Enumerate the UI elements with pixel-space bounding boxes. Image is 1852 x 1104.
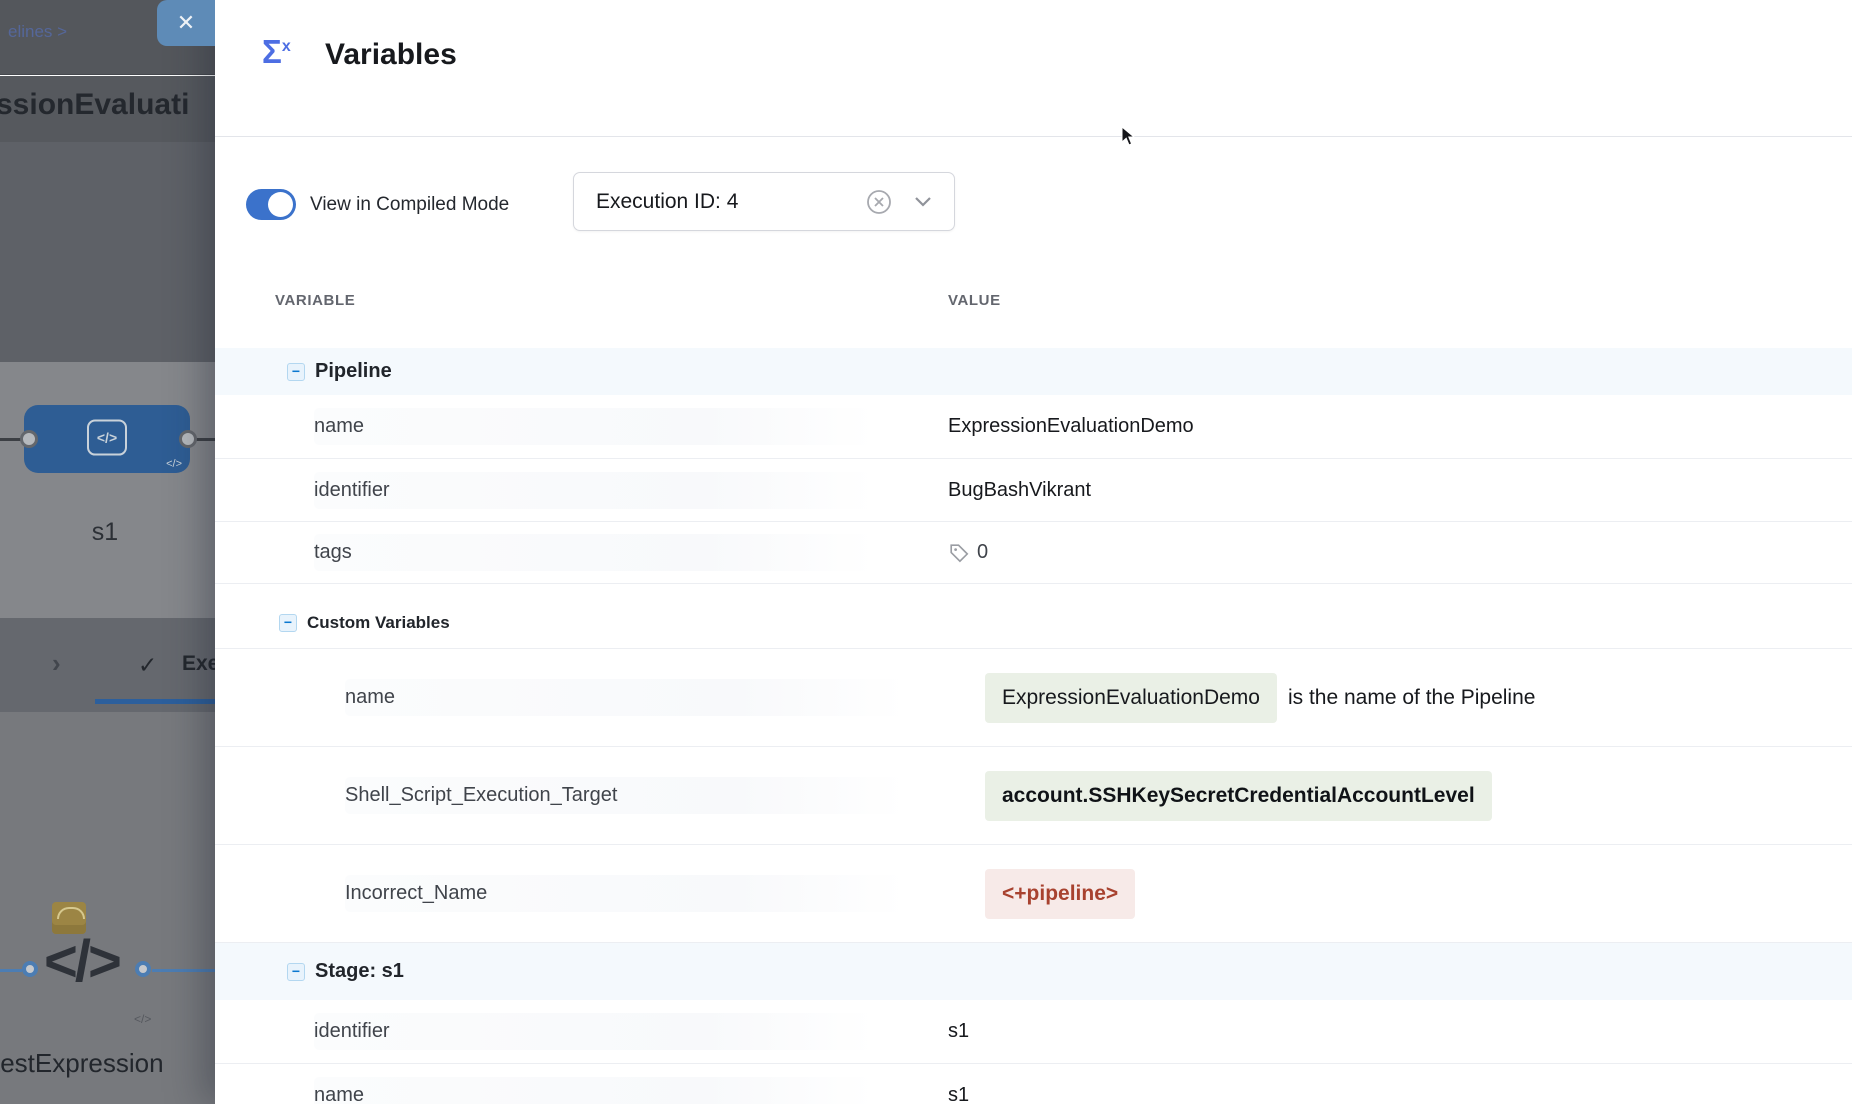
dimmed-pipeline-background: elines > ssionEvaluati </> </> s1 › ✓ Ex…: [0, 0, 215, 1104]
collapse-icon[interactable]: −: [287, 363, 305, 381]
chevron-down-icon[interactable]: [914, 196, 932, 208]
collapse-icon[interactable]: −: [287, 963, 305, 981]
mouse-cursor: [1120, 126, 1136, 148]
node-port: [20, 430, 38, 448]
tags-count: 0: [977, 541, 988, 564]
step-canvas: [0, 712, 215, 1104]
variable-name: identifier: [314, 472, 874, 509]
chevron-right-icon[interactable]: ›: [52, 648, 61, 679]
value-chip: ExpressionEvaluationDemo: [985, 673, 1277, 723]
node-port: [22, 961, 38, 977]
variable-value: BugBashVikrant: [948, 479, 1091, 502]
variable-value: 0: [948, 541, 988, 564]
execution-id-select[interactable]: Execution ID: 4: [573, 172, 955, 231]
table-row: identifier BugBashVikrant: [215, 458, 1852, 521]
execution-id-value: Execution ID: 4: [596, 190, 738, 214]
node-port: [135, 961, 151, 977]
code-icon: </>: [166, 458, 182, 470]
table-row: Shell_Script_Execution_Target account.SS…: [215, 746, 1852, 844]
table-row: Incorrect_Name <+pipeline>: [215, 844, 1852, 942]
variables-table: − Pipeline name ExpressionEvaluationDemo…: [215, 348, 1852, 1104]
variable-value: s1: [948, 1020, 969, 1043]
toggle-label: View in Compiled Mode: [310, 194, 509, 216]
drawer-header: Σx Variables: [215, 0, 1852, 137]
table-row: identifier s1: [215, 1000, 1852, 1063]
column-variable: VARIABLE: [275, 292, 355, 309]
variable-name: Shell_Script_Execution_Target: [345, 777, 905, 814]
variable-name: Incorrect_Name: [345, 875, 905, 912]
compiled-mode-toggle[interactable]: [246, 189, 296, 220]
close-icon: ✕: [177, 12, 195, 34]
shell-script-step-icon[interactable]: </>: [44, 928, 119, 995]
active-tab-underline: [95, 699, 215, 704]
variables-drawer: Σx Variables View in Compiled Mode Execu…: [215, 0, 1852, 1104]
section-row-stage-s1: − Stage: s1: [215, 942, 1852, 1000]
stage-node-s1[interactable]: </> </>: [24, 405, 190, 473]
close-drawer-button[interactable]: ✕: [157, 0, 215, 46]
section-row-custom-variables: − Custom Variables: [215, 598, 1852, 648]
custom-stage-icon: </>: [87, 420, 127, 456]
tab-execution[interactable]: Exe: [182, 652, 215, 676]
variable-name: name: [314, 1077, 874, 1104]
variable-name: name: [314, 408, 874, 445]
table-row: name ExpressionEvaluationDemo: [215, 395, 1852, 458]
variable-name: tags: [314, 534, 874, 571]
variables-sigma-icon: Σx: [262, 33, 291, 71]
code-icon: </>: [134, 1012, 151, 1026]
stage-node-label: s1: [0, 518, 210, 547]
connector-line: [0, 969, 22, 972]
section-label: Custom Variables: [307, 613, 450, 633]
variable-name: identifier: [314, 1013, 874, 1050]
stage-canvas: [0, 362, 215, 618]
page-background: [0, 142, 215, 362]
clear-selection-icon[interactable]: [866, 189, 892, 215]
section-row-pipeline: − Pipeline: [215, 348, 1852, 395]
value-chip-error: <+pipeline>: [985, 869, 1135, 919]
value-suffix: is the name of the Pipeline: [1288, 686, 1536, 710]
toggle-knob: [268, 192, 293, 217]
variable-value: ExpressionEvaluationDemo: [948, 415, 1194, 438]
table-row: name s1: [215, 1063, 1852, 1104]
tag-icon: [948, 542, 970, 564]
breadcrumb[interactable]: elines >: [8, 22, 67, 42]
section-label: Pipeline: [315, 360, 392, 383]
node-port: [179, 430, 197, 448]
value-chip: account.SSHKeySecretCredentialAccountLev…: [985, 771, 1492, 821]
section-label: Stage: s1: [315, 960, 404, 983]
column-value: VALUE: [948, 292, 1001, 309]
connector-line: [152, 969, 215, 972]
check-icon: ✓: [138, 652, 157, 679]
page-title: ssionEvaluati: [0, 88, 189, 122]
step-node-label: testExpression: [0, 1048, 164, 1079]
drawer-title: Variables: [325, 38, 457, 72]
table-row: tags 0: [215, 521, 1852, 584]
variable-value: s1: [948, 1084, 969, 1104]
table-row: name ExpressionEvaluationDemo is the nam…: [215, 648, 1852, 746]
variable-name: name: [345, 679, 905, 716]
collapse-icon[interactable]: −: [279, 614, 297, 632]
